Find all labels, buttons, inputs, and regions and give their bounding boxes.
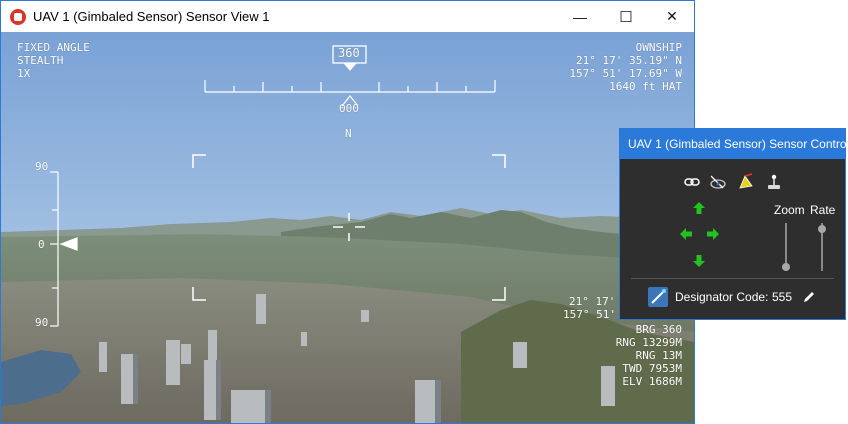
app-icon [10,9,26,25]
target-longitude: 157° 51' [563,308,616,321]
pitch-zero-label: 0 [38,238,45,251]
heading-tick-label: 000 [339,102,359,115]
sensor-control-window: UAV 1 (Gimbaled Sensor) Sensor Control Z… [619,128,848,320]
close-button[interactable]: ✕ [649,1,695,32]
link-icon[interactable] [683,173,701,191]
zoom-level-label: 1X [17,67,31,80]
pan-left-arrow-icon[interactable] [679,227,693,241]
edit-pencil-icon[interactable] [802,290,816,304]
designator-code-label: Designator Code: [675,290,769,304]
ownship-altitude: 1640 ft HAT [609,80,682,93]
zoom-slider-thumb[interactable] [782,263,790,271]
ownship-latitude: 21° 17' 35.19" N [576,54,682,67]
separator [631,278,834,279]
joystick-icon[interactable] [765,173,783,191]
rate-slider-thumb[interactable] [818,225,826,233]
sensor-view-titlebar[interactable]: UAV 1 (Gimbaled Sensor) Sensor View 1 — … [1,1,694,32]
terrain-scene [1,32,694,423]
range-readout-2: RNG 13M [635,349,682,362]
pan-up-arrow-icon[interactable] [692,201,706,215]
minimize-button[interactable]: — [557,1,603,32]
sensor-video-feed[interactable]: FIXED ANGLE STEALTH 1X 360 000 N 90 0 90… [1,32,694,423]
laser-designator-icon[interactable] [737,173,755,191]
elevation-readout: ELV 1686M [622,375,682,388]
pitch-bottom-label: 90 [35,316,49,329]
pan-right-arrow-icon[interactable] [706,227,720,241]
twd-readout: TWD 7953M [622,362,682,375]
sensor-view-window: UAV 1 (Gimbaled Sensor) Sensor View 1 — … [0,0,695,424]
heading-value: 360 [338,46,360,60]
range-readout-1: RNG 13299M [615,336,682,349]
sensor-control-titlebar[interactable]: UAV 1 (Gimbaled Sensor) Sensor Control [620,129,848,159]
stealth-label: STEALTH [17,54,64,67]
bearing-readout: BRG 360 [635,323,682,336]
designator-code-value: 555 [772,290,793,304]
window-title: UAV 1 (Gimbaled Sensor) Sensor View 1 [33,9,270,24]
heading-direction: N [345,127,352,140]
ownship-label: OWNSHIP [635,41,682,54]
maximize-button[interactable]: ☐ [603,1,649,32]
rate-label: Rate [810,203,836,217]
pan-down-arrow-icon[interactable] [692,254,706,268]
radar-icon[interactable] [709,173,727,191]
designator-icon[interactable] [648,287,668,307]
pitch-top-label: 90 [35,160,49,173]
zoom-label: Zoom [774,203,805,217]
camera-mode-label: FIXED ANGLE [17,41,90,54]
ownship-longitude: 157° 51' 17.69" W [569,67,682,80]
target-latitude: 21° 17' [569,295,616,308]
